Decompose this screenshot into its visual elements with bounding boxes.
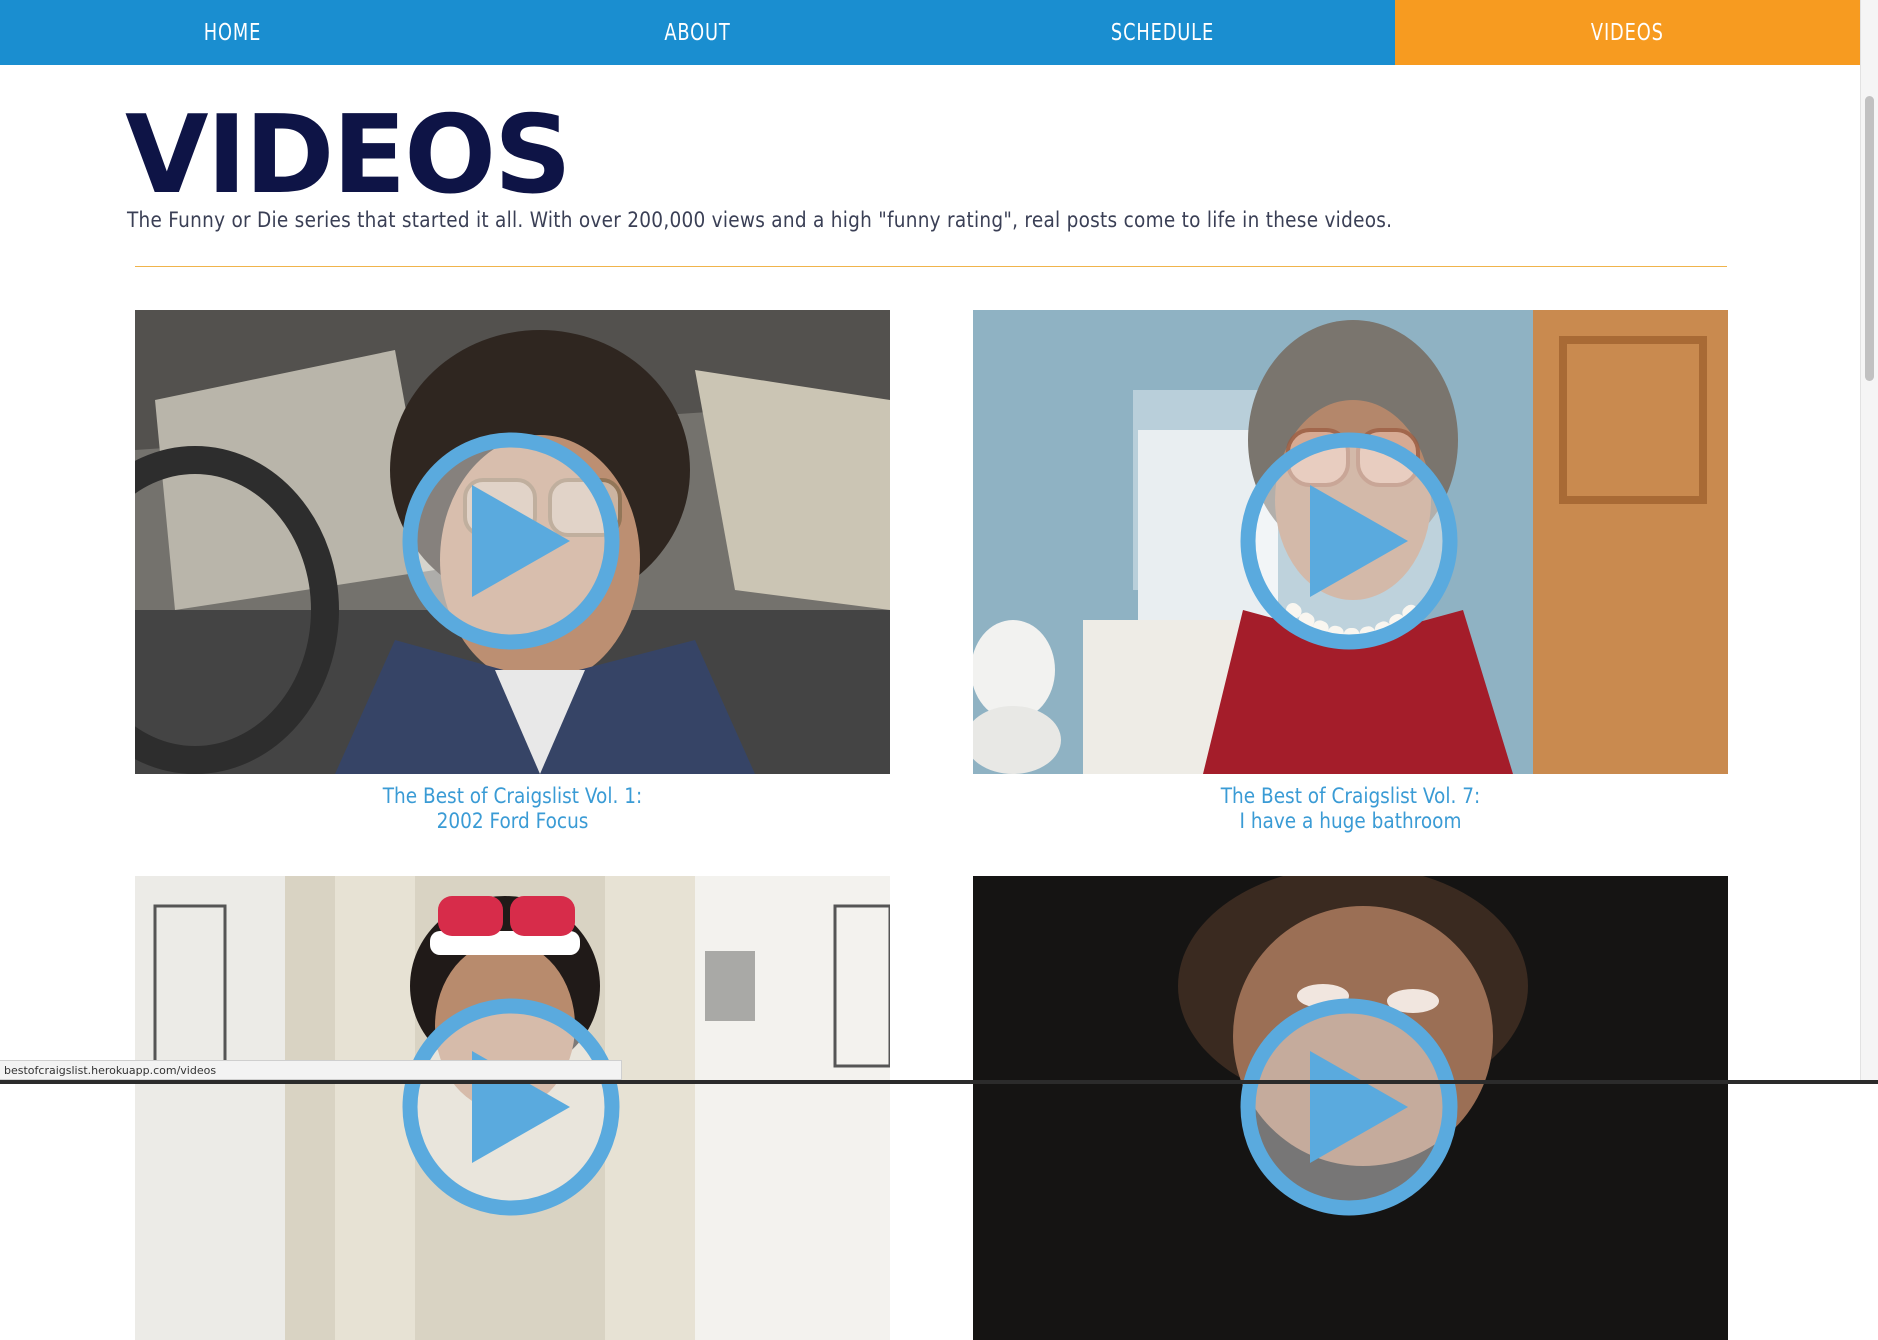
video-card: The Best of Craigslist Vol. 7: I have a … [973,310,1728,834]
video-caption[interactable]: The Best of Craigslist Vol. 1: 2002 Ford… [180,784,844,834]
page-subtitle: The Funny or Die series that started it … [127,208,1393,232]
status-bar-url: bestofcraigslist.herokuapp.com/videos [0,1060,622,1080]
video-caption-line2: 2002 Ford Focus [436,809,589,833]
video-thumbnail[interactable] [973,310,1728,774]
nav-item-schedule[interactable]: SCHEDULE [963,0,1363,65]
video-thumbnail[interactable] [135,876,890,1340]
nav-item-videos-label: VIDEOS [1591,19,1664,46]
scrollbar-thumb[interactable] [1865,96,1874,381]
video-card [135,876,890,1340]
play-icon [1240,998,1458,1216]
video-caption[interactable]: The Best of Craigslist Vol. 7: I have a … [1018,784,1682,834]
video-caption-line2: I have a huge bathroom [1239,809,1462,833]
video-card: The Best of Craigslist Vol. 1: 2002 Ford… [135,310,890,834]
nav-item-videos[interactable]: VIDEOS [1395,0,1860,65]
video-thumbnail[interactable] [135,310,890,774]
nav-item-about[interactable]: ABOUT [498,0,898,65]
play-icon [1240,432,1458,650]
top-nav: HOME ABOUT SCHEDULE VIDEOS [0,0,1860,65]
page-title: VIDEOS [125,93,572,218]
play-icon [402,998,620,1216]
video-card [973,876,1728,1340]
window-bottom-edge [0,1080,1878,1084]
section-divider [135,266,1727,267]
video-caption-line1: The Best of Craigslist Vol. 7: [1220,784,1481,808]
play-icon [402,432,620,650]
video-caption-line1: The Best of Craigslist Vol. 1: [382,784,643,808]
vertical-scrollbar[interactable] [1860,0,1878,1084]
nav-item-home[interactable]: HOME [33,0,433,65]
video-thumbnail[interactable] [973,876,1728,1340]
